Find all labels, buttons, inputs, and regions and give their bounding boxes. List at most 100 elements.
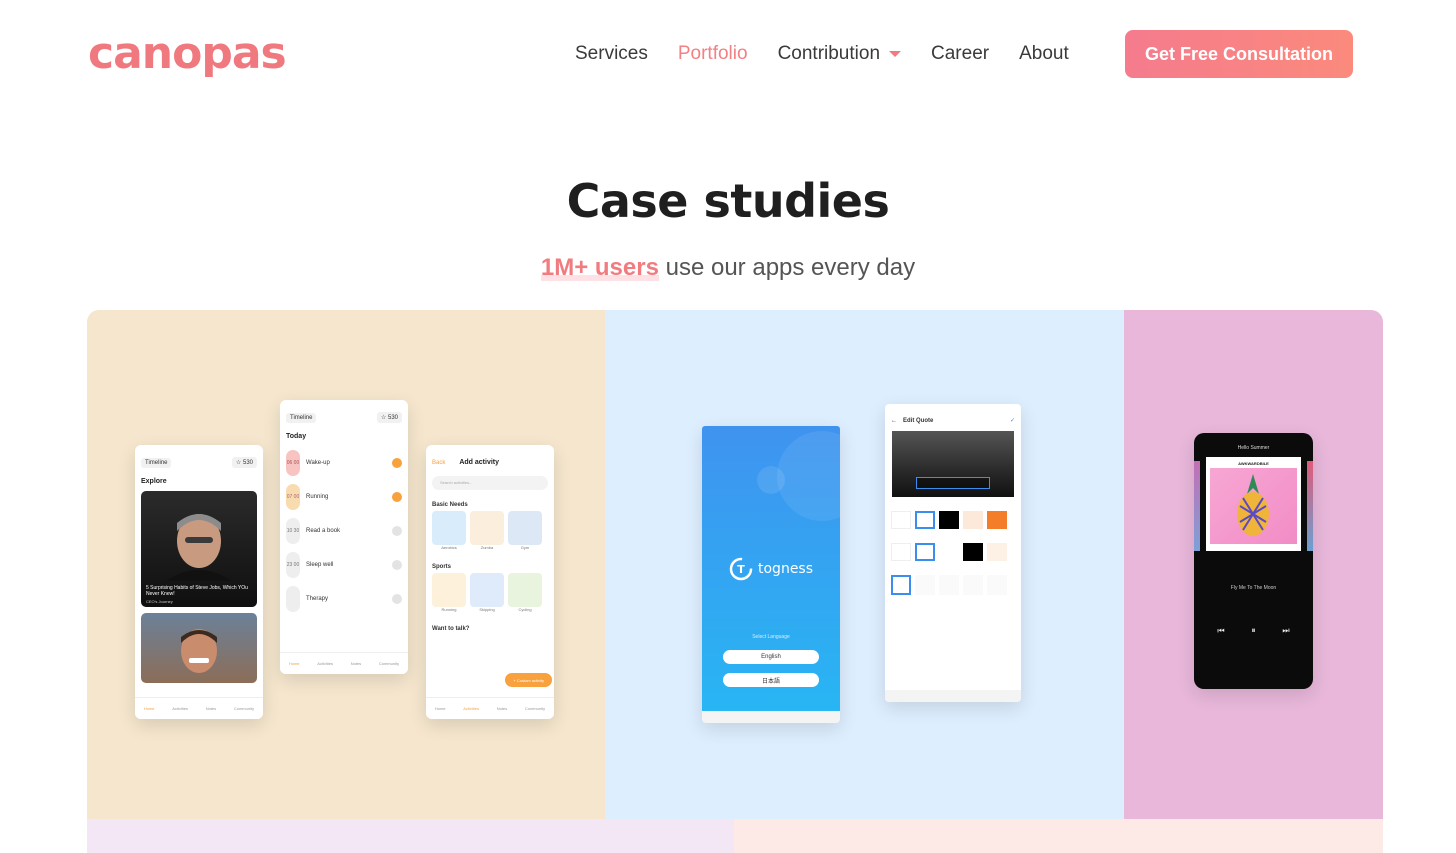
activity-tile: Cycling <box>508 573 542 612</box>
check-icon <box>392 560 402 570</box>
task-item: 23 00 Sleep well <box>286 548 402 582</box>
status-bar <box>135 445 263 455</box>
togness-name: togness <box>758 561 814 577</box>
check-icon <box>392 594 402 604</box>
check-icon <box>392 458 402 468</box>
streak-count: 530 <box>387 415 398 421</box>
album-art: AWKWARDBILE <box>1206 457 1301 551</box>
task-list: 06 00 Wake-up 07 00 Running 10 30 Read a bo… <box>280 446 408 616</box>
article-card: 5 Surprising Habits of Steve Jobs, Which… <box>141 491 257 607</box>
android-nav-bar <box>885 690 1021 702</box>
tab-community: Community <box>378 661 400 666</box>
select-language-label: Select Language <box>752 634 790 640</box>
streak-chip: ☆ 530 <box>376 412 402 423</box>
timeline-chip: Timeline <box>141 457 172 468</box>
status-bar <box>426 445 554 455</box>
task-time <box>286 586 300 612</box>
status-bar <box>885 404 1021 414</box>
quote-preview-image <box>892 431 1014 497</box>
tab-notes: Notes <box>205 706 217 711</box>
case-study-card-music[interactable]: Hello Summer AWKWARDBILE Fly Me To The M… <box>1124 310 1383 819</box>
nav-services[interactable]: Services <box>575 42 648 66</box>
tab-home: Home <box>434 706 446 711</box>
portrait-photo <box>166 514 232 581</box>
pause-icon: ⏸ <box>1251 626 1256 635</box>
task-time: 07 00 <box>286 484 300 510</box>
get-free-consultation-button[interactable]: Get Free Consultation <box>1125 30 1353 78</box>
explore-heading: Explore <box>141 478 167 485</box>
song-header: Hello Summer <box>1237 445 1270 451</box>
confirm-check-icon: ✓ <box>1009 418 1015 424</box>
page-title: Case studies <box>566 174 890 228</box>
tab-bar: Home Activities Notes Community <box>135 697 263 719</box>
activity-tile: Aerobics <box>432 511 466 550</box>
check-icon <box>392 526 402 536</box>
section-basic-needs: Basic Needs <box>432 502 468 508</box>
nav-about[interactable]: About <box>1019 42 1069 66</box>
task-title: Running <box>306 494 329 500</box>
activity-tile: Zumba <box>470 511 504 550</box>
togness-logo: T togness <box>728 556 813 582</box>
task-item: Therapy <box>286 582 402 616</box>
case-study-card-habits[interactable]: Timeline ☆ 530 Explore 5 Surprising Habi… <box>87 310 605 819</box>
nav-contribution-label: Contribution <box>777 43 881 64</box>
svg-text:T: T <box>737 563 745 576</box>
tab-community: Community <box>524 706 546 711</box>
phone-add-activity-screen: Back Add activity Search activities... B… <box>426 445 554 719</box>
phone-music-player: Hello Summer AWKWARDBILE Fly Me To The M… <box>1194 433 1313 689</box>
streak-count: 530 <box>242 460 253 466</box>
activity-tile: Skipping <box>470 573 504 612</box>
tab-activities: Activities <box>463 706 479 711</box>
activity-search-input: Search activities... <box>432 476 548 490</box>
page-subtitle: 1M+ users use our apps every day <box>0 254 1456 282</box>
track-title: Fly Me To The Moon <box>1230 585 1277 591</box>
background-swatches <box>885 529 1021 561</box>
back-arrow-icon: ← <box>891 417 897 424</box>
task-time: 23 00 <box>286 552 300 578</box>
nav-career[interactable]: Career <box>931 42 989 66</box>
album-name: AWKWARDBILE <box>1238 461 1269 466</box>
basic-needs-row: Aerobics Zumba Gym <box>426 511 554 550</box>
chevron-down-icon <box>889 51 902 57</box>
edit-quote-title: Edit Quote <box>903 417 934 424</box>
tab-home: Home <box>143 706 155 711</box>
section-sports: Sports <box>432 564 452 570</box>
android-nav-bar <box>702 711 840 723</box>
canopas-logo[interactable]: canopas <box>88 28 287 80</box>
task-time: 10 30 <box>286 518 300 544</box>
article-card-2 <box>141 613 257 683</box>
check-icon <box>392 492 402 502</box>
back-link: Back <box>432 459 446 466</box>
custom-activity-button: + Custom activity <box>505 673 552 687</box>
task-title: Therapy <box>306 596 329 602</box>
next-card-preview-right <box>734 819 1383 853</box>
phone-edit-quote-screen: ← Edit Quote ✓ <box>885 404 1021 702</box>
font-style-options <box>885 561 1021 595</box>
article-source: CEO's Journey <box>146 599 173 604</box>
nav-contribution[interactable]: Contribution <box>777 42 902 66</box>
previous-icon: ⏮ <box>1217 626 1225 635</box>
tab-notes: Notes <box>496 706 508 711</box>
activity-tile: Gym <box>508 511 542 550</box>
tab-activities: Activities <box>317 661 333 666</box>
subtitle-rest: use our apps every day <box>658 254 916 281</box>
tab-activities: Activities <box>172 706 188 711</box>
activity-tile: Running <box>432 573 466 612</box>
star-icon: ☆ <box>380 415 387 421</box>
nav-portfolio[interactable]: Portfolio <box>678 42 748 66</box>
task-title: Wake-up <box>306 460 330 466</box>
users-highlight: 1M+ users <box>540 254 659 281</box>
task-item: 06 00 Wake-up <box>286 446 402 480</box>
language-english-button: English <box>723 650 819 664</box>
today-heading: Today <box>286 433 307 440</box>
language-japanese-button: 日本語 <box>723 673 819 687</box>
main-nav: Services Portfolio Contribution Career A… <box>575 42 1099 66</box>
phone-timeline-screen: Timeline ☆ 530 Today 06 00 Wake-up 07 00 R… <box>280 400 408 674</box>
section-want-to-talk: Want to talk? <box>432 626 470 632</box>
timeline-chip: Timeline <box>286 412 317 423</box>
star-icon: ☆ <box>235 460 242 466</box>
case-study-card-togness[interactable]: T togness Select Language English 日本語 ← … <box>605 310 1124 819</box>
tab-home: Home <box>288 661 300 666</box>
streak-chip: ☆ 530 <box>231 457 257 468</box>
togness-icon: T <box>729 557 753 581</box>
